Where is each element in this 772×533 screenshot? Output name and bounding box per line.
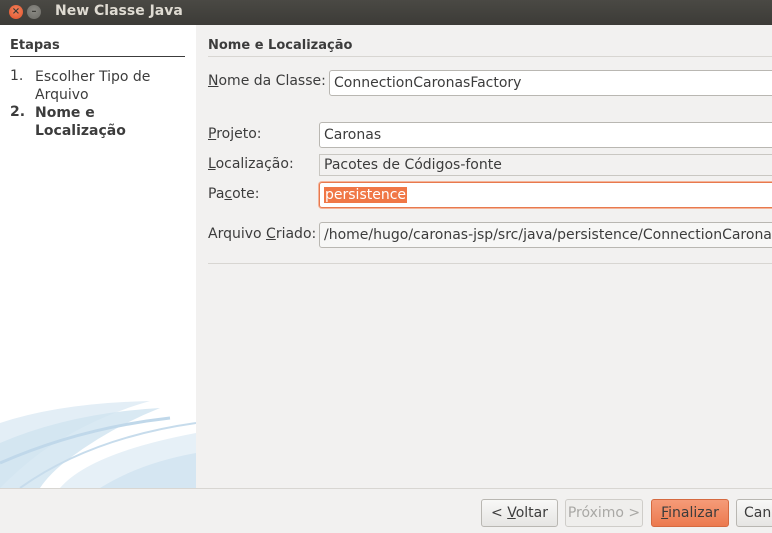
section-divider	[208, 56, 772, 57]
package-input[interactable]: persistence	[319, 182, 772, 208]
main-panel: Nome e Localização Nome da Classe: Conne…	[196, 25, 772, 488]
created-file-field[interactable]: /home/hugo/caronas-jsp/src/java/persiste…	[319, 222, 772, 248]
project-field[interactable]: Caronas	[319, 122, 772, 148]
package-value-selected: persistence	[324, 187, 408, 203]
close-window-icon[interactable]: ×	[9, 5, 23, 19]
steps-heading-divider	[10, 56, 185, 57]
title-bar: × – New Classe Java	[0, 0, 772, 25]
decorative-swoosh-graphic	[0, 401, 196, 488]
project-label: Projeto:	[208, 126, 262, 142]
package-label: Pacote:	[208, 186, 260, 202]
back-button[interactable]: < Voltar	[481, 499, 558, 527]
location-select[interactable]: Pacotes de Códigos-fonte	[319, 154, 772, 176]
created-file-label: Arquivo Criado:	[208, 226, 317, 242]
window-title: New Classe Java	[55, 3, 183, 19]
steps-sidebar: Etapas 1. Escolher Tipo de Arquivo 2. No…	[0, 25, 196, 488]
class-name-input[interactable]: ConnectionCaronasFactory	[329, 70, 772, 96]
steps-heading: Etapas	[10, 38, 60, 53]
next-button[interactable]: Próximo >	[565, 499, 643, 527]
button-bar: < Voltar Próximo > Finalizar Cancelar	[0, 488, 772, 533]
section-title: Nome e Localização	[208, 38, 353, 53]
cancel-button[interactable]: Cancelar	[736, 499, 772, 527]
step-number: 2.	[10, 104, 26, 120]
step-label: Nome e Localização	[35, 105, 126, 139]
minimize-window-icon[interactable]: –	[27, 5, 41, 19]
class-name-label: Nome da Classe:	[208, 73, 326, 89]
step-number: 1.	[10, 68, 24, 84]
step-label: Escolher Tipo de Arquivo	[35, 69, 151, 103]
location-label: Localização:	[208, 156, 294, 172]
finish-button[interactable]: Finalizar	[651, 499, 729, 527]
form-bottom-divider	[208, 263, 772, 264]
